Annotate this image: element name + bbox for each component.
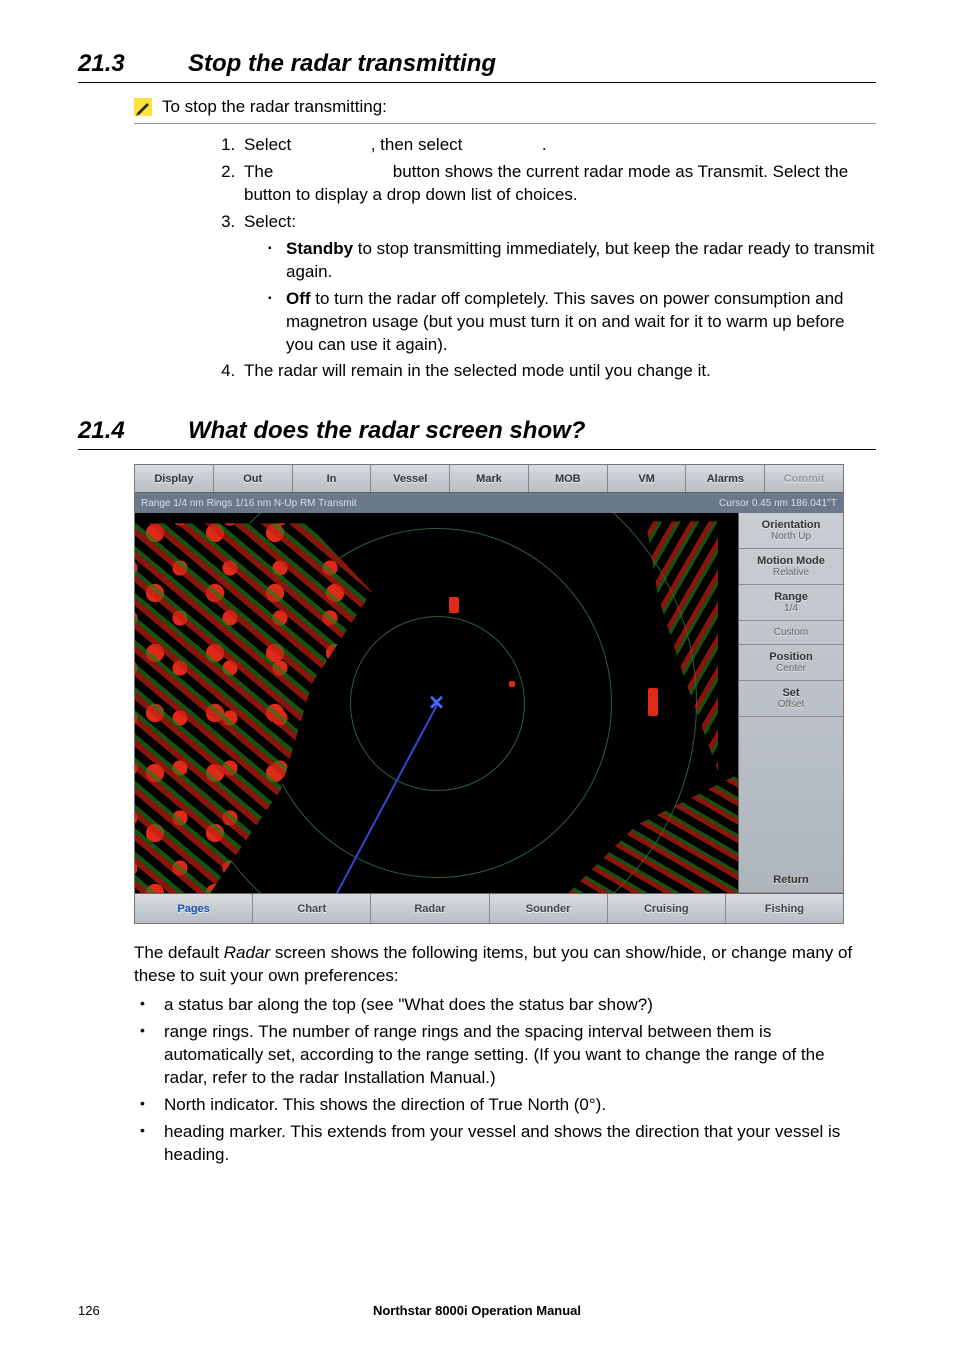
standby-desc: to stop transmitting immediately, but ke… xyxy=(286,239,874,281)
side-value: North Up xyxy=(743,531,839,542)
off-label: Off xyxy=(286,289,311,308)
side-value: Offset xyxy=(743,699,839,710)
off-desc: to turn the radar off completely. This s… xyxy=(286,289,844,354)
step-1-text-a: Select xyxy=(244,135,296,154)
feature-list: a status bar along the top (see "What do… xyxy=(134,994,856,1167)
sounder-button[interactable]: Sounder xyxy=(490,894,608,923)
chart-button[interactable]: Chart xyxy=(253,894,371,923)
pages-button[interactable]: Pages xyxy=(135,894,253,923)
body-text: The default Radar screen shows the follo… xyxy=(134,942,856,1166)
p1a: The default xyxy=(134,943,224,962)
side-label: Position xyxy=(743,651,839,663)
p1b: Radar xyxy=(224,943,270,962)
footer-title: Northstar 8000i Operation Manual xyxy=(138,1303,816,1318)
fishing-button[interactable]: Fishing xyxy=(726,894,843,923)
radar-screen: Display Out In Vessel Mark MOB VM Alarms… xyxy=(134,464,844,924)
top-out-button[interactable]: Out xyxy=(214,465,293,492)
radar-display-area[interactable]: ✕ xyxy=(135,513,738,893)
section-title: What does the radar screen show? xyxy=(188,417,585,445)
top-mob-button[interactable]: MOB xyxy=(529,465,608,492)
step-1: Select , then select . xyxy=(240,134,876,157)
return-button[interactable]: Return xyxy=(739,868,843,893)
page-number: 126 xyxy=(78,1303,138,1318)
step-4: The radar will remain in the selected mo… xyxy=(240,360,876,383)
top-in-button[interactable]: In xyxy=(293,465,372,492)
cruising-button[interactable]: Cruising xyxy=(608,894,726,923)
orientation-button[interactable]: Orientation North Up xyxy=(739,513,843,549)
step-3-bullet-off: Off to turn the radar off completely. Th… xyxy=(268,288,876,357)
side-value: Relative xyxy=(743,567,839,578)
bottom-toolbar: Pages Chart Radar Sounder Cruising Fishi… xyxy=(135,893,843,923)
radar-echo xyxy=(568,723,738,893)
top-alarms-button[interactable]: Alarms xyxy=(686,465,765,492)
section-number: 21.4 xyxy=(78,417,188,445)
page: 21.3 Stop the radar transmitting To stop… xyxy=(0,0,954,1362)
top-display-button[interactable]: Display xyxy=(135,465,214,492)
step-3-text: Select: xyxy=(244,212,296,231)
position-button[interactable]: Position Center xyxy=(739,645,843,681)
side-label: Return xyxy=(743,874,839,886)
list-item: North indicator. This shows the directio… xyxy=(134,1094,856,1117)
radar-target xyxy=(648,688,658,716)
side-label: Range xyxy=(743,591,839,603)
custom-button[interactable]: Custom xyxy=(739,621,843,645)
set-offset-button[interactable]: Set Offset xyxy=(739,681,843,717)
procedure-heading-row: To stop the radar transmitting: xyxy=(134,97,876,124)
radar-screenshot: Display Out In Vessel Mark MOB VM Alarms… xyxy=(134,464,844,924)
procedure-block: To stop the radar transmitting: Select ,… xyxy=(134,97,876,383)
side-value: 1/4 xyxy=(743,603,839,614)
step-3: Select: Standby to stop transmitting imm… xyxy=(240,211,876,357)
top-vessel-button[interactable]: Vessel xyxy=(371,465,450,492)
status-left: Range 1/4 nm Rings 1/16 nm N-Up RM Trans… xyxy=(141,498,357,509)
top-commit-button[interactable]: Commit xyxy=(765,465,843,492)
step-3-bullets: Standby to stop transmitting immediately… xyxy=(268,238,876,357)
step-2-text-a: The xyxy=(244,162,278,181)
step-1-text-c: . xyxy=(542,135,547,154)
top-vm-button[interactable]: VM xyxy=(608,465,687,492)
section-title: Stop the radar transmitting xyxy=(188,50,496,78)
step-4-text: The radar will remain in the selected mo… xyxy=(244,361,711,380)
side-label: Motion Mode xyxy=(743,555,839,567)
section-21-4-heading: 21.4 What does the radar screen show? xyxy=(78,417,876,450)
side-label: Orientation xyxy=(743,519,839,531)
top-mark-button[interactable]: Mark xyxy=(450,465,529,492)
step-3-bullet-standby: Standby to stop transmitting immediately… xyxy=(268,238,876,284)
side-value: Center xyxy=(743,663,839,674)
radar-target xyxy=(509,681,515,687)
side-value: Custom xyxy=(743,627,839,638)
pencil-icon xyxy=(134,98,152,116)
top-toolbar: Display Out In Vessel Mark MOB VM Alarms… xyxy=(135,465,843,493)
side-spacer xyxy=(739,717,843,868)
step-2-text-b: button shows the current radar mode as T… xyxy=(244,162,848,204)
motion-mode-button[interactable]: Motion Mode Relative xyxy=(739,549,843,585)
own-vessel-icon: ✕ xyxy=(428,691,445,716)
radar-middle: ✕ Orientation North Up Motion Mode Relat… xyxy=(135,513,843,893)
section-number: 21.3 xyxy=(78,50,188,78)
radar-target xyxy=(449,597,459,613)
step-1-text-b: , then select xyxy=(371,135,467,154)
procedure-title: To stop the radar transmitting: xyxy=(162,97,387,117)
page-footer: 126 Northstar 8000i Operation Manual xyxy=(78,1303,876,1318)
status-right: Cursor 0.45 nm 186.041°T xyxy=(719,498,837,509)
list-item: a status bar along the top (see "What do… xyxy=(134,994,856,1017)
standby-label: Standby xyxy=(286,239,353,258)
intro-paragraph: The default Radar screen shows the follo… xyxy=(134,942,856,988)
step-2: The button shows the current radar mode … xyxy=(240,161,876,207)
range-button[interactable]: Range 1/4 xyxy=(739,585,843,621)
status-bar: Range 1/4 nm Rings 1/16 nm N-Up RM Trans… xyxy=(135,493,843,513)
side-panel: Orientation North Up Motion Mode Relativ… xyxy=(738,513,843,893)
section-21-3-heading: 21.3 Stop the radar transmitting xyxy=(78,50,876,83)
list-item: heading marker. This extends from your v… xyxy=(134,1121,856,1167)
procedure-steps: Select , then select . The button shows … xyxy=(214,134,876,383)
radar-button[interactable]: Radar xyxy=(371,894,489,923)
side-label: Set xyxy=(743,687,839,699)
list-item: range rings. The number of range rings a… xyxy=(134,1021,856,1090)
